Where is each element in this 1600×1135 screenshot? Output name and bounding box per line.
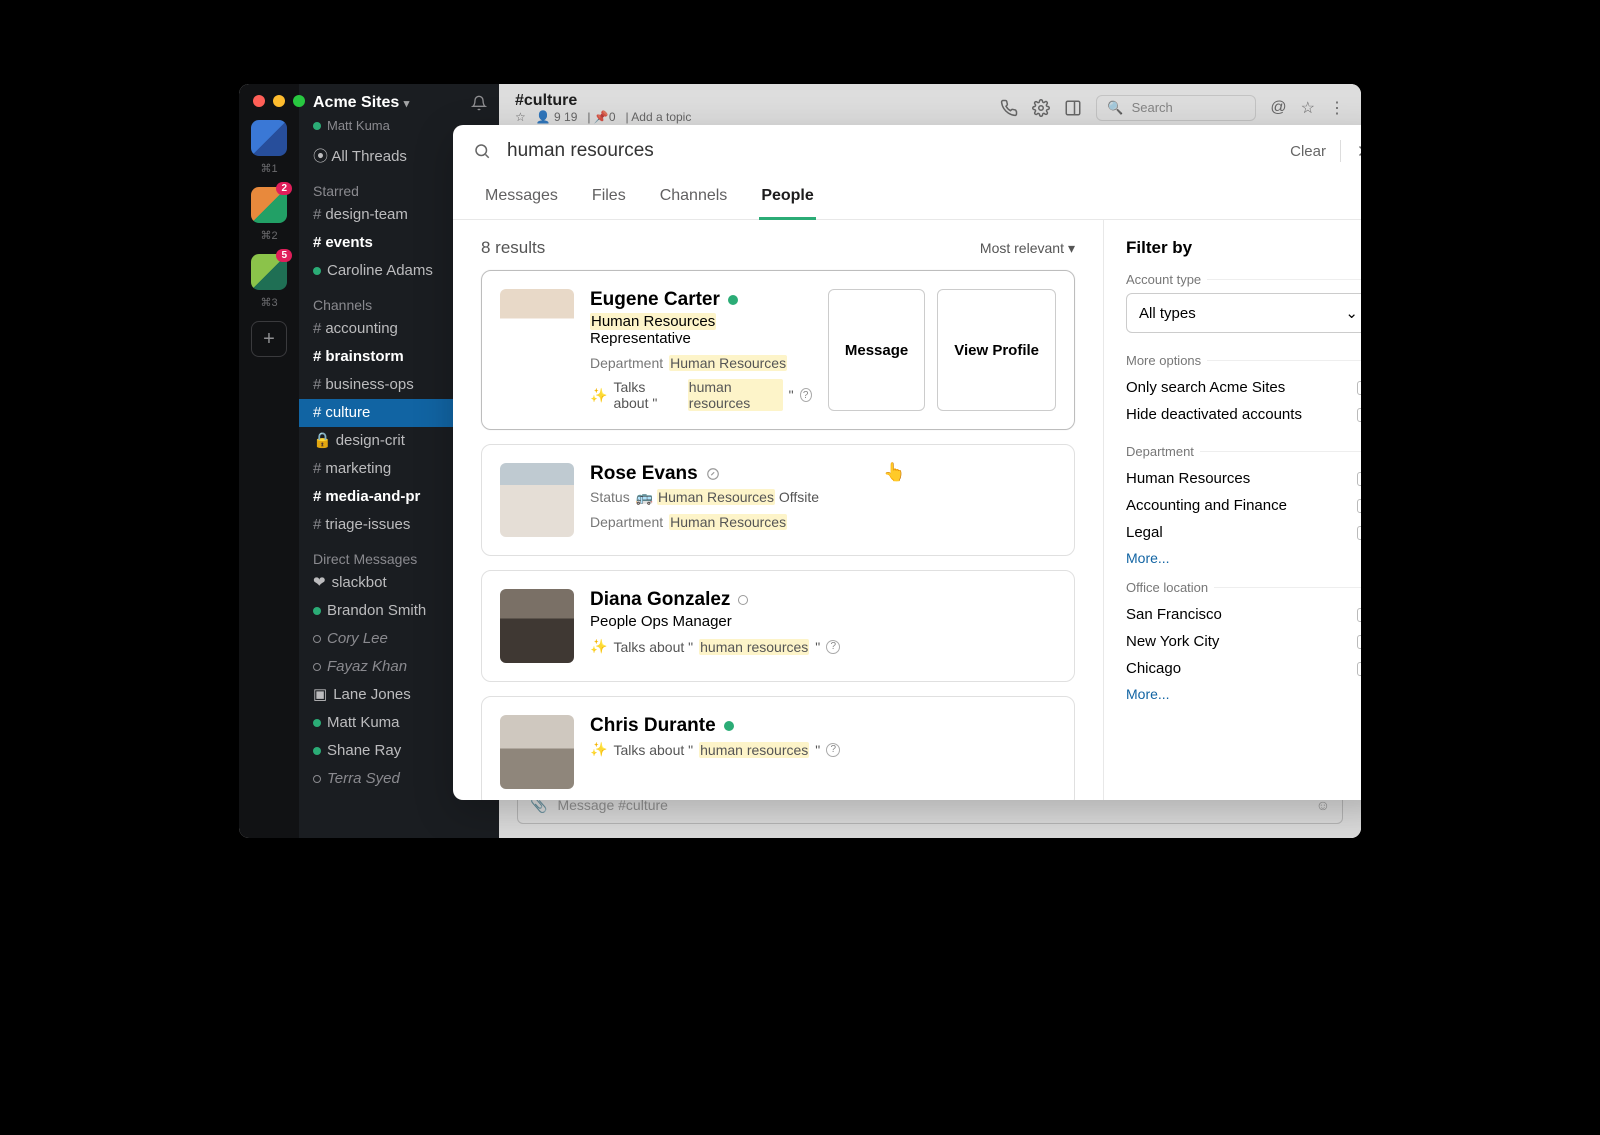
filter-option[interactable]: Chicago bbox=[1126, 655, 1361, 682]
more-link[interactable]: More... bbox=[1126, 546, 1361, 580]
filter-section-label: Account type bbox=[1126, 272, 1361, 287]
person-result[interactable]: Eugene Carter Human Resources Representa… bbox=[481, 270, 1075, 430]
filter-section-label: Office location bbox=[1126, 580, 1361, 595]
tab-messages[interactable]: Messages bbox=[483, 177, 560, 219]
talks-about: ✨Talks about "human resources"? bbox=[590, 741, 1056, 758]
unread-badge: 5 bbox=[276, 249, 292, 262]
close-window-icon[interactable] bbox=[253, 95, 265, 107]
unread-badge: 2 bbox=[276, 182, 292, 195]
message-button[interactable]: Message bbox=[828, 289, 925, 411]
search-tabs: Messages Files Channels People bbox=[453, 177, 1361, 220]
filter-option[interactable]: Legal bbox=[1126, 519, 1361, 546]
filter-option[interactable]: San Francisco bbox=[1126, 601, 1361, 628]
presence-icon bbox=[738, 595, 748, 605]
person-name: Rose Evans bbox=[590, 463, 1056, 485]
workspace-shortcut: ⌘1 bbox=[260, 162, 277, 175]
filter-option[interactable]: Human Resources bbox=[1126, 465, 1361, 492]
talks-about: ✨Talks about "human resources"? bbox=[590, 638, 1056, 655]
sort-dropdown[interactable]: Most relevant▾ bbox=[980, 240, 1075, 257]
chevron-down-icon: ▾ bbox=[1068, 240, 1075, 257]
filter-section-label: Department bbox=[1126, 444, 1361, 459]
checkbox[interactable] bbox=[1357, 408, 1361, 422]
more-link[interactable]: More... bbox=[1126, 682, 1361, 716]
account-type-select[interactable]: All types⌄ bbox=[1126, 293, 1361, 333]
workspace-2[interactable]: 2 bbox=[251, 187, 287, 223]
checkbox[interactable] bbox=[1357, 499, 1361, 513]
maximize-window-icon[interactable] bbox=[293, 95, 305, 107]
filter-section-label: More options bbox=[1126, 353, 1361, 368]
person-result[interactable]: Chris Durante ✨Talks about "human resour… bbox=[481, 696, 1075, 800]
results-pane: 8 results Most relevant▾ Eugene Carter H… bbox=[453, 220, 1103, 800]
tab-people[interactable]: People bbox=[759, 177, 815, 219]
person-role: People Ops Manager bbox=[590, 613, 1056, 630]
checkbox[interactable] bbox=[1357, 608, 1361, 622]
window-controls[interactable] bbox=[253, 95, 305, 107]
person-name: Eugene Carter bbox=[590, 289, 812, 311]
person-name: Diana Gonzalez bbox=[590, 589, 1056, 611]
person-status: Status🚌 Human Resources Offsite bbox=[590, 489, 1056, 506]
person-result[interactable]: Diana Gonzalez People Ops Manager ✨Talks… bbox=[481, 570, 1075, 682]
clear-button[interactable]: Clear bbox=[1290, 143, 1326, 160]
workspace-name[interactable]: Acme Sites ▾ bbox=[313, 94, 409, 112]
presence-icon bbox=[313, 607, 321, 615]
app-window: ⌘1 2 ⌘2 5 ⌘3 + Acme Sites ▾ Matt Kuma ⦿ … bbox=[239, 84, 1361, 838]
help-icon[interactable]: ? bbox=[800, 388, 812, 402]
person-result[interactable]: Rose Evans Status🚌 Human Resources Offsi… bbox=[481, 444, 1075, 556]
presence-icon bbox=[313, 775, 321, 783]
search-modal: Clear Messages Files Channels People 8 r… bbox=[453, 125, 1361, 800]
avatar bbox=[500, 289, 574, 363]
filter-option[interactable]: Accounting and Finance bbox=[1126, 492, 1361, 519]
tab-files[interactable]: Files bbox=[590, 177, 628, 219]
avatar bbox=[500, 715, 574, 789]
person-department: DepartmentHuman Resources bbox=[590, 355, 812, 371]
search-icon bbox=[473, 142, 491, 160]
filter-option[interactable]: New York City bbox=[1126, 628, 1361, 655]
presence-icon bbox=[313, 719, 321, 727]
search-input[interactable] bbox=[505, 139, 1276, 163]
workspace-1[interactable] bbox=[251, 120, 287, 156]
sparkle-icon: ✨ bbox=[590, 638, 607, 655]
minimize-window-icon[interactable] bbox=[273, 95, 285, 107]
results-count: 8 results bbox=[481, 238, 545, 258]
search-bar: Clear bbox=[453, 125, 1361, 177]
presence-icon bbox=[313, 267, 321, 275]
checkbox[interactable] bbox=[1357, 635, 1361, 649]
sparkle-icon: ✨ bbox=[590, 387, 607, 404]
add-workspace-button[interactable]: + bbox=[251, 321, 287, 357]
presence-icon bbox=[313, 663, 321, 671]
avatar bbox=[500, 463, 574, 537]
filter-title: Filter by bbox=[1126, 238, 1361, 258]
cursor-icon: 👆 bbox=[883, 462, 905, 483]
workspace-shortcut: ⌘2 bbox=[260, 229, 277, 242]
checkbox[interactable] bbox=[1357, 472, 1361, 486]
person-department: DepartmentHuman Resources bbox=[590, 514, 1056, 530]
away-icon bbox=[706, 467, 720, 481]
presence-icon bbox=[728, 295, 738, 305]
presence-icon bbox=[313, 747, 321, 755]
workspace-rail: ⌘1 2 ⌘2 5 ⌘3 + bbox=[239, 84, 299, 838]
checkbox[interactable] bbox=[1357, 381, 1361, 395]
checkbox[interactable] bbox=[1357, 662, 1361, 676]
presence-icon bbox=[724, 721, 734, 731]
chevron-down-icon: ⌄ bbox=[1345, 304, 1358, 322]
workspace-shortcut: ⌘3 bbox=[260, 296, 277, 309]
help-icon[interactable]: ? bbox=[826, 640, 840, 654]
tab-channels[interactable]: Channels bbox=[658, 177, 730, 219]
person-name: Chris Durante bbox=[590, 715, 1056, 737]
avatar bbox=[500, 589, 574, 663]
talks-about: ✨Talks about "human resources"? bbox=[590, 379, 812, 411]
help-icon[interactable]: ? bbox=[826, 743, 840, 757]
notifications-icon[interactable] bbox=[471, 95, 487, 111]
view-profile-button[interactable]: View Profile bbox=[937, 289, 1056, 411]
person-role: Human Resources Representative bbox=[590, 313, 812, 347]
sparkle-icon: ✨ bbox=[590, 741, 607, 758]
workspace-3[interactable]: 5 bbox=[251, 254, 287, 290]
filter-pane: Filter by Account type All types⌄ More o… bbox=[1103, 220, 1361, 800]
close-icon[interactable] bbox=[1355, 142, 1361, 160]
checkbox[interactable] bbox=[1357, 526, 1361, 540]
filter-option[interactable]: Hide deactivated accounts bbox=[1126, 401, 1361, 428]
presence-icon bbox=[313, 635, 321, 643]
filter-option[interactable]: Only search Acme Sites bbox=[1126, 374, 1361, 401]
presence-icon bbox=[313, 122, 321, 130]
